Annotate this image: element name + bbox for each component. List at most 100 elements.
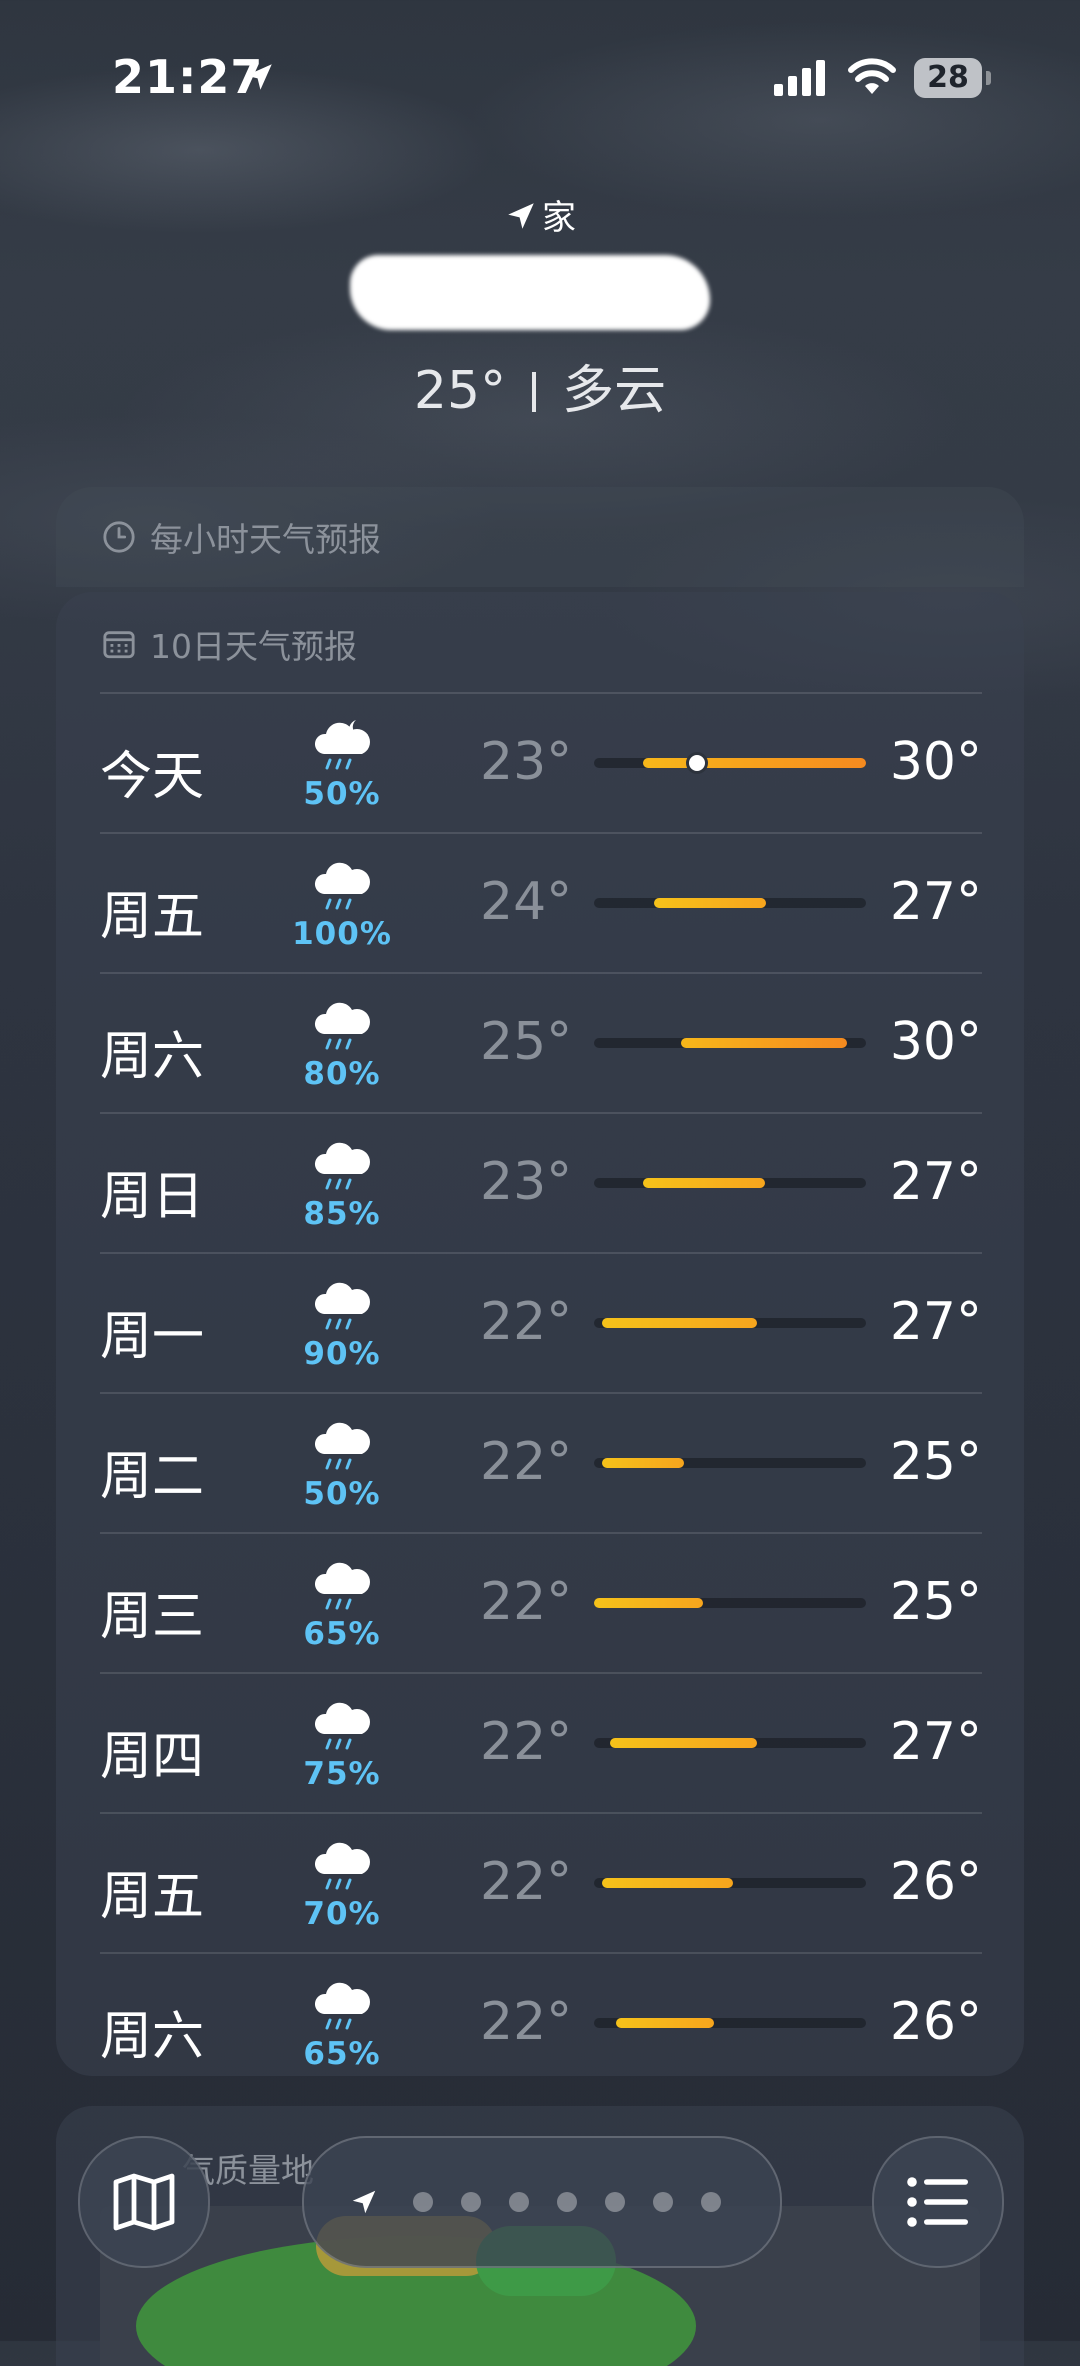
temp-range-fill — [616, 2018, 714, 2028]
forecast-rows: 今天 50% 23° 30° 周五 100% 24° 27° 周六 80% 25° 30° 周日 85% 2… — [100, 692, 982, 2092]
forecast-day: 周五 — [100, 887, 205, 947]
forecast-row[interactable]: 今天 50% 23° 30° — [100, 692, 982, 832]
temp-range-fill — [654, 898, 766, 908]
temp-range-bar — [594, 1878, 866, 1888]
temp-range-fill — [594, 1598, 703, 1608]
high-temp: 27° — [889, 872, 982, 932]
forecast-row[interactable]: 周一 90% 22° 27° — [100, 1252, 982, 1392]
city-list-button[interactable] — [872, 2136, 1004, 2268]
temp-range-bar — [594, 1738, 866, 1748]
low-temp: 23° — [480, 732, 573, 792]
map-button[interactable] — [78, 2136, 210, 2268]
high-temp: 26° — [889, 1852, 982, 1912]
precip-probability: 80% — [303, 1056, 381, 1092]
temp-range-fill — [681, 1038, 847, 1048]
location-services-icon — [246, 64, 272, 90]
location-row: 家 — [0, 190, 1080, 239]
forecast-row[interactable]: 周五 70% 22° 26° — [100, 1812, 982, 1952]
forecast-day: 周一 — [100, 1307, 205, 1367]
low-temp: 22° — [480, 1992, 573, 2052]
divider — [532, 372, 537, 412]
calendar-icon — [103, 631, 135, 659]
low-temp: 22° — [480, 1292, 573, 1352]
page-dot[interactable] — [653, 2192, 673, 2212]
cloud-rain-icon — [310, 994, 374, 1058]
high-temp: 30° — [889, 1012, 982, 1072]
low-temp: 25° — [480, 1012, 573, 1072]
page-indicator[interactable] — [302, 2136, 782, 2268]
cloud-rain-icon — [310, 1834, 374, 1898]
battery-indicator: 28 — [914, 58, 982, 98]
status-time: 21:27 — [112, 50, 264, 104]
current-location-page-icon — [352, 2190, 376, 2214]
page-dot[interactable] — [461, 2192, 481, 2212]
forecast-row[interactable]: 周四 75% 22° 27° — [100, 1672, 982, 1812]
temp-range-bar — [594, 755, 866, 771]
precip-probability: 65% — [303, 1616, 381, 1652]
forecast-row[interactable]: 周三 65% 22° 25° — [100, 1532, 982, 1672]
precip-probability: 50% — [303, 1476, 381, 1512]
low-temp: 24° — [480, 872, 573, 932]
cloud-rain-icon — [310, 1694, 374, 1758]
precip-probability: 50% — [303, 776, 381, 812]
page-dot[interactable] — [701, 2192, 721, 2212]
high-temp: 27° — [889, 1292, 982, 1352]
ten-day-forecast-card[interactable]: 10日天气预报 今天 50% 23° 30° 周五 100% 24° 27° 周六 80% 25° 3… — [56, 592, 1024, 2076]
low-temp: 22° — [480, 1852, 573, 1912]
high-temp: 25° — [889, 1432, 982, 1492]
temp-range-fill — [602, 1318, 757, 1328]
clock-icon — [103, 521, 135, 553]
precip-probability: 65% — [303, 2036, 381, 2072]
temp-range-fill — [643, 1178, 765, 1188]
temp-range-bar — [594, 1178, 866, 1188]
forecast-row[interactable]: 周日 85% 23° 27° — [100, 1112, 982, 1252]
hourly-forecast-card[interactable]: 每小时天气预报 — [56, 487, 1024, 587]
temp-range-bar — [594, 1598, 866, 1608]
cloud-rain-icon — [310, 1274, 374, 1338]
hourly-forecast-header: 每小时天气预报 — [102, 513, 381, 561]
forecast-row[interactable]: 周六 80% 25° 30° — [100, 972, 982, 1112]
forecast-day: 今天 — [100, 747, 205, 807]
map-icon — [113, 2173, 175, 2231]
page-dot[interactable] — [413, 2192, 433, 2212]
cloud-rain-icon — [310, 854, 374, 918]
precip-probability: 90% — [303, 1336, 381, 1372]
temp-range-bar — [594, 2018, 866, 2028]
wifi-icon — [848, 58, 896, 94]
page-dot[interactable] — [605, 2192, 625, 2212]
high-temp: 27° — [889, 1712, 982, 1772]
precip-probability: 85% — [303, 1196, 381, 1232]
forecast-row[interactable]: 周二 50% 22° 25° — [100, 1392, 982, 1532]
high-temp: 30° — [889, 732, 982, 792]
temp-range-fill — [643, 758, 866, 768]
high-temp: 26° — [889, 1992, 982, 2052]
forecast-row[interactable]: 周六 65% 22° 26° — [100, 1952, 982, 2092]
page-dots — [399, 2192, 735, 2212]
page-dot[interactable] — [509, 2192, 529, 2212]
high-temp: 25° — [889, 1572, 982, 1632]
low-temp: 23° — [480, 1152, 573, 1212]
precip-probability: 100% — [292, 916, 392, 952]
current-condition: 多云 — [562, 361, 667, 421]
cloud-rain-icon — [310, 1554, 374, 1618]
temp-range-bar — [594, 1318, 866, 1328]
current-conditions: 25° 多云 — [0, 348, 1080, 423]
cloud-rain-icon — [310, 1134, 374, 1198]
temp-range-fill — [602, 1878, 733, 1888]
forecast-row[interactable]: 周五 100% 24° 27° — [100, 832, 982, 972]
ten-day-forecast-title: 10日天气预报 — [150, 627, 357, 666]
current-temp: 25° — [413, 361, 507, 421]
low-temp: 22° — [480, 1712, 573, 1772]
page-dot[interactable] — [557, 2192, 577, 2212]
forecast-day: 周六 — [100, 2007, 205, 2067]
cellular-signal-icon — [774, 60, 825, 96]
forecast-day: 周六 — [100, 1027, 205, 1087]
current-temp-marker — [689, 755, 705, 771]
temp-range-bar — [594, 898, 866, 908]
temp-range-fill — [602, 1458, 684, 1468]
forecast-day: 周三 — [100, 1587, 205, 1647]
battery-tip — [986, 71, 991, 85]
list-icon — [907, 2177, 968, 2227]
location-arrow-icon — [508, 203, 534, 229]
high-temp: 27° — [889, 1152, 982, 1212]
